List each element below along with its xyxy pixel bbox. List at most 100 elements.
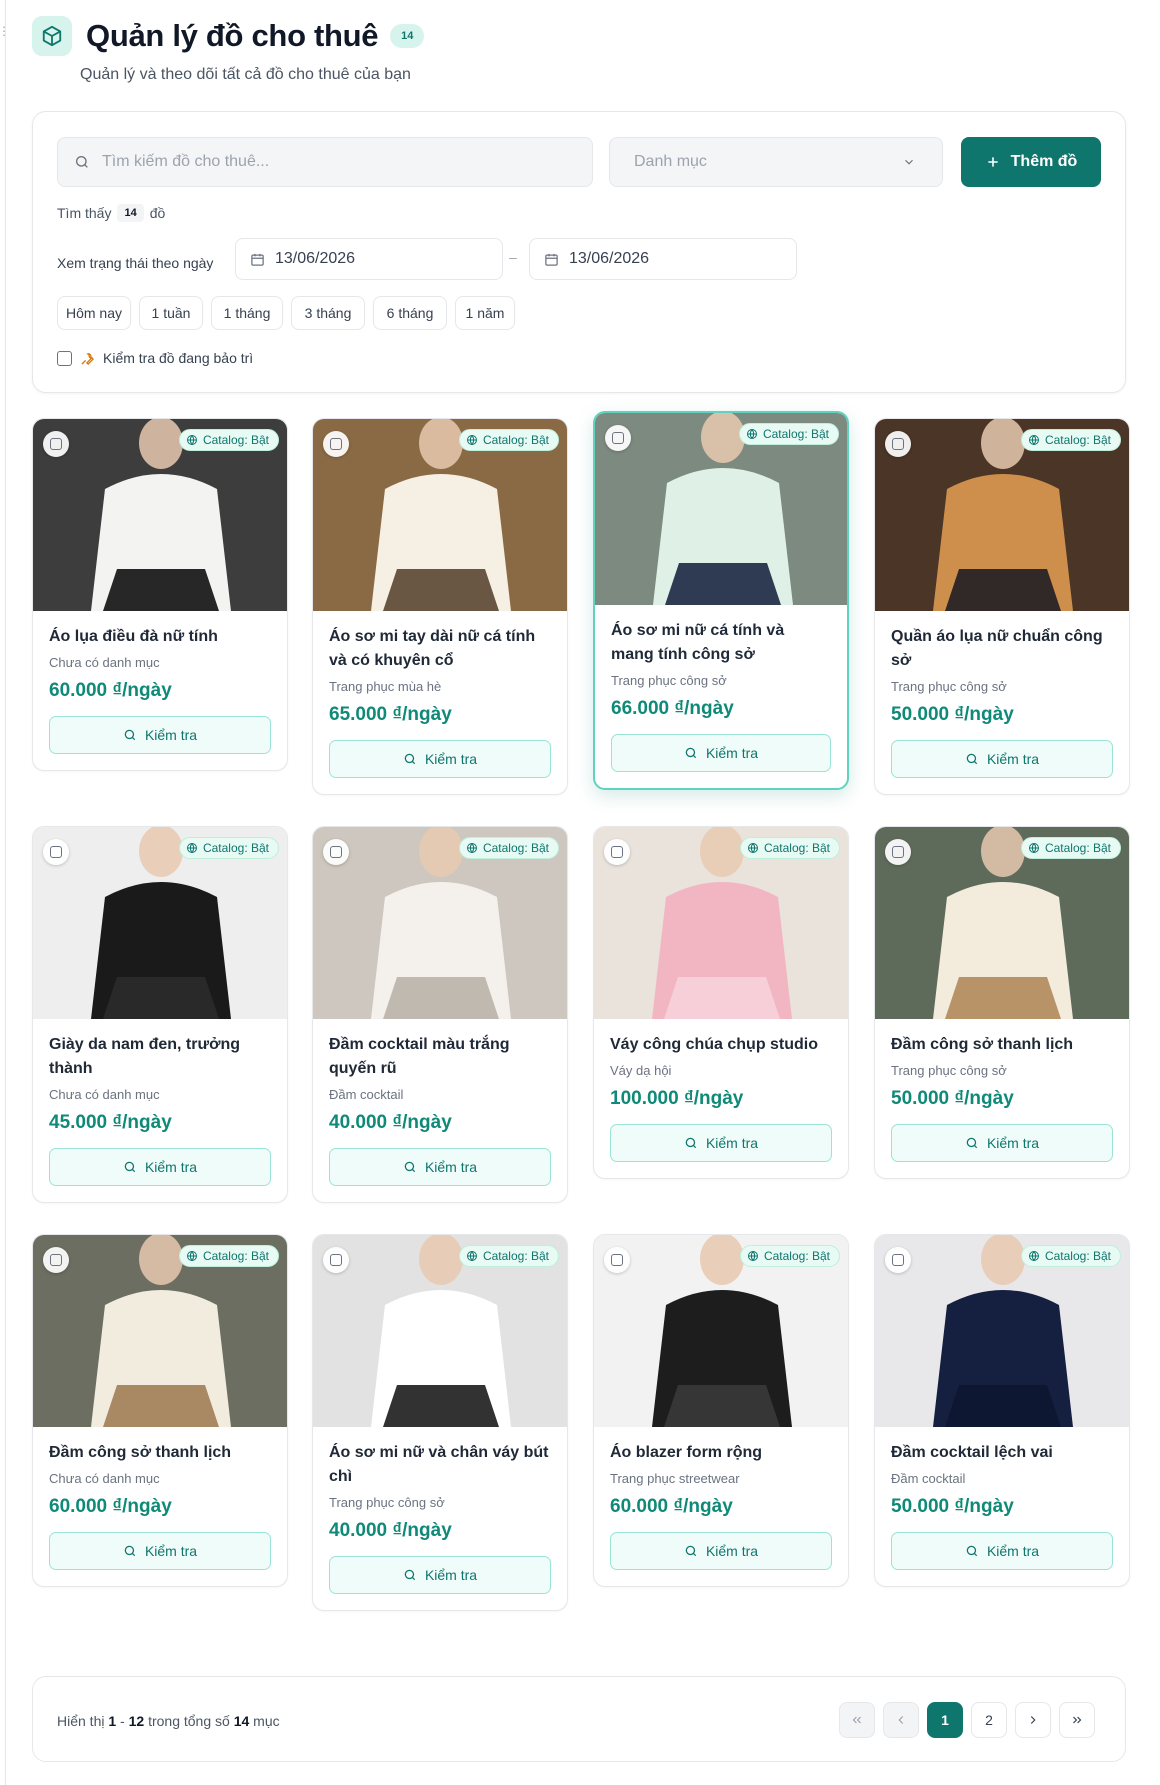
catalog-status-badge: Catalog: Bật — [738, 423, 839, 445]
check-availability-button[interactable]: Kiểm tra — [49, 1148, 271, 1186]
product-card[interactable]: Catalog: Bật Áo sơ mi nữ và chân váy bút … — [312, 1234, 568, 1611]
globe-icon — [746, 429, 757, 439]
product-price: 66.000 ₫/ngày — [611, 698, 734, 719]
check-availability-label: Kiểm tra — [705, 1135, 759, 1151]
search-icon — [966, 1137, 978, 1149]
select-item-checkbox[interactable] — [885, 431, 911, 457]
check-availability-label: Kiểm tra — [705, 745, 759, 761]
search-box[interactable] — [57, 137, 593, 187]
product-card[interactable]: Catalog: Bật Đầm cocktail lệch vai Đầm coc… — [874, 1234, 1130, 1587]
check-availability-label: Kiểm tra — [424, 1567, 478, 1583]
select-item-checkbox[interactable] — [605, 425, 631, 451]
search-icon — [124, 1545, 136, 1557]
next-page-button[interactable] — [1015, 1702, 1051, 1738]
range-1week-button[interactable]: 1 tuần — [139, 296, 203, 330]
catalog-status-badge: Catalog: Bật — [458, 1245, 559, 1267]
product-price: 50.000 ₫/ngày — [891, 704, 1014, 725]
product-card[interactable]: Catalog: Bật Áo sơ mi tay dài nữ cá tính … — [312, 418, 568, 795]
product-name: Áo sơ mi tay dài nữ cá tính và có khuyên… — [329, 628, 536, 669]
product-category: Trang phục công sở — [329, 1495, 445, 1510]
last-page-button[interactable] — [1059, 1702, 1095, 1738]
product-category: Trang phục mùa hè — [329, 679, 442, 694]
product-name: Áo sơ mi nữ và chân váy bút chì — [329, 1444, 549, 1485]
check-availability-button[interactable]: Kiểm tra — [611, 734, 831, 772]
catalog-status-badge: Catalog: Bật — [178, 1245, 279, 1267]
category-select[interactable]: Danh mục — [609, 137, 943, 187]
product-card[interactable]: Catalog: Bật Áo sơ mi nữ cá tính và mang … — [593, 411, 849, 790]
select-item-checkbox[interactable] — [604, 1247, 630, 1273]
select-item-checkbox[interactable] — [604, 839, 630, 865]
catalog-status-badge: Catalog: Bật — [178, 429, 279, 451]
product-card[interactable]: Catalog: Bật Giày da nam đen, trưởng thàn… — [32, 826, 288, 1203]
prev-page-button[interactable] — [883, 1702, 919, 1738]
page-subtitle: Quản lý và theo dõi tất cả đồ cho thuê c… — [80, 66, 411, 83]
select-item-checkbox[interactable] — [43, 839, 69, 865]
product-category: Đầm cocktail — [891, 1471, 966, 1486]
chevrons-right-icon — [1073, 1716, 1082, 1724]
product-price: 40.000 ₫/ngày — [329, 1112, 452, 1133]
product-card[interactable]: Catalog: Bật Áo lụa điều đà nữ tính Chưa c… — [32, 418, 288, 771]
search-icon — [685, 1137, 697, 1149]
item-count-badge: 14 — [390, 24, 425, 48]
select-item-checkbox[interactable] — [323, 431, 349, 457]
range-today-button[interactable]: Hôm nay — [57, 296, 131, 330]
maintenance-checkbox[interactable] — [57, 350, 72, 366]
product-card[interactable]: Catalog: Bật Váy công chúa chụp studio Váy… — [593, 826, 849, 1179]
globe-icon — [1028, 435, 1039, 445]
check-availability-button[interactable]: Kiểm tra — [891, 740, 1113, 778]
range-1month-button[interactable]: 1 tháng — [211, 296, 283, 330]
product-card[interactable]: Catalog: Bật Quần áo lụa nữ chuẩn công sở… — [874, 418, 1130, 795]
check-availability-button[interactable]: Kiểm tra — [329, 1148, 551, 1186]
product-image: Catalog: Bật — [594, 1235, 848, 1427]
check-availability-button[interactable]: Kiểm tra — [49, 1532, 271, 1570]
product-name: Áo lụa điều đà nữ tính — [49, 628, 218, 645]
date-from-field[interactable]: 13/06/2026 — [235, 238, 503, 280]
range-3months-button[interactable]: 3 tháng — [291, 296, 365, 330]
search-icon — [685, 1545, 697, 1557]
product-card[interactable]: Catalog: Bật Đầm công sở thanh lịch Chưa c… — [32, 1234, 288, 1587]
collapse-handle-icon[interactable]: ⋮ — [0, 25, 10, 37]
pagination-summary: Hiển thị 1 - 12 trong tổng số 14 mục — [57, 1713, 280, 1729]
check-availability-button[interactable]: Kiểm tra — [49, 716, 271, 754]
check-availability-button[interactable]: Kiểm tra — [610, 1124, 832, 1162]
range-1year-button[interactable]: 1 năm — [455, 296, 515, 330]
date-separator: – — [509, 249, 517, 265]
chevron-down-icon — [905, 159, 913, 165]
check-availability-label: Kiểm tra — [986, 1135, 1040, 1151]
search-icon — [966, 1545, 978, 1557]
product-image: Catalog: Bật — [33, 419, 287, 611]
product-card[interactable]: Catalog: Bật Áo blazer form rộng Trang phụ… — [593, 1234, 849, 1587]
product-price: 60.000 ₫/ngày — [49, 1496, 172, 1517]
first-page-button[interactable] — [839, 1702, 875, 1738]
catalog-status-label: Catalog: Bật — [202, 433, 269, 447]
globe-icon — [466, 435, 477, 445]
range-6months-button[interactable]: 6 tháng — [373, 296, 447, 330]
page-1-button[interactable]: 1 — [927, 1702, 963, 1738]
product-image: Catalog: Bật — [875, 419, 1129, 611]
add-item-button[interactable]: Thêm đồ — [961, 137, 1101, 187]
product-card[interactable]: Catalog: Bật Đầm công sở thanh lịch Trang … — [874, 826, 1130, 1179]
product-image: Catalog: Bật — [594, 827, 848, 1019]
globe-icon — [747, 843, 758, 853]
date-to-field[interactable]: 13/06/2026 — [529, 238, 797, 280]
check-availability-button[interactable]: Kiểm tra — [891, 1124, 1113, 1162]
maintenance-filter[interactable]: Kiểm tra đồ đang bảo trì — [57, 350, 253, 366]
select-item-checkbox[interactable] — [43, 431, 69, 457]
check-availability-button[interactable]: Kiểm tra — [329, 1556, 551, 1594]
select-item-checkbox[interactable] — [43, 1247, 69, 1273]
product-card[interactable]: Catalog: Bật Đầm cocktail màu trắng quyến… — [312, 826, 568, 1203]
select-item-checkbox[interactable] — [885, 839, 911, 865]
product-name: Váy công chúa chụp studio — [610, 1036, 819, 1053]
check-availability-button[interactable]: Kiểm tra — [329, 740, 551, 778]
catalog-status-badge: Catalog: Bật — [178, 837, 279, 859]
page-2-button[interactable]: 2 — [971, 1702, 1007, 1738]
select-item-checkbox[interactable] — [323, 1247, 349, 1273]
product-image: Catalog: Bật — [875, 1235, 1129, 1427]
search-input[interactable] — [102, 153, 552, 171]
select-item-checkbox[interactable] — [323, 839, 349, 865]
check-availability-button[interactable]: Kiểm tra — [891, 1532, 1113, 1570]
check-availability-button[interactable]: Kiểm tra — [610, 1532, 832, 1570]
search-icon — [124, 1161, 136, 1173]
select-item-checkbox[interactable] — [885, 1247, 911, 1273]
chevron-right-icon — [1030, 1716, 1036, 1724]
